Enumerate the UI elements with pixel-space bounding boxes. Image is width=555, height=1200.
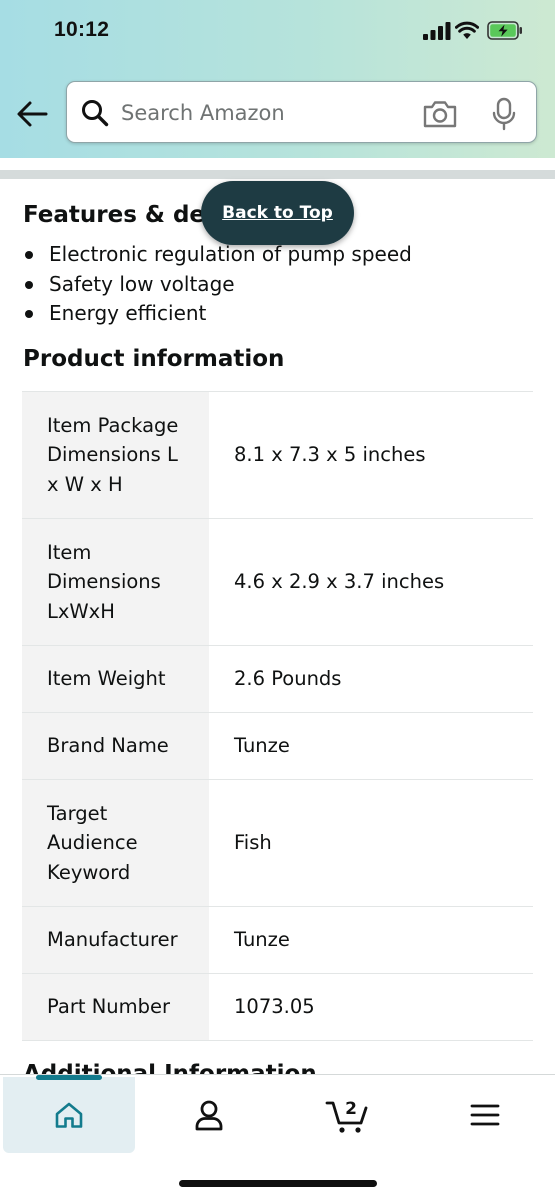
status-time: 10:12 (54, 18, 110, 41)
table-row: Manufacturer Tunze (22, 906, 533, 974)
search-icon (82, 100, 109, 127)
table-row: Item Dimensions LxWxH 4.6 x 2.9 x 3.7 in… (22, 518, 533, 646)
tab-cart[interactable]: 2 (281, 1077, 413, 1153)
additional-information-title: Additional Information (23, 1060, 423, 1074)
table-row: Part Number 1073.05 (22, 973, 533, 1041)
table-row: Item Package Dimensions L x W x H 8.1 x … (22, 391, 533, 519)
row-value: Fish (209, 779, 533, 907)
table-row: Item Weight 2.6 Pounds (22, 645, 533, 713)
row-key: Item Package Dimensions L x W x H (22, 391, 209, 519)
back-to-top-label: Back to Top (222, 203, 333, 223)
cart-icon: 2 (325, 1099, 368, 1133)
row-value: 2.6 Pounds (209, 645, 533, 713)
row-key: Item Weight (22, 645, 209, 713)
row-value: Tunze (209, 712, 533, 780)
row-key: Part Number (22, 973, 209, 1041)
home-indicator (179, 1180, 377, 1187)
row-key: Brand Name (22, 712, 209, 780)
cart-count: 2 (345, 1099, 357, 1119)
row-key: Manufacturer (22, 906, 209, 974)
row-value: Tunze (209, 906, 533, 974)
account-icon (195, 1100, 223, 1131)
header: 10:12 (0, 0, 555, 158)
menu-icon (470, 1104, 500, 1126)
features-list: Electronic regulation of pump speed Safe… (23, 240, 412, 329)
feature-bullet: Energy efficient (23, 299, 412, 329)
row-value: 8.1 x 7.3 x 5 inches (209, 391, 533, 519)
cellular-signal-icon (423, 22, 451, 40)
tab-home[interactable] (3, 1075, 135, 1153)
wifi-icon (455, 21, 479, 39)
back-arrow-icon[interactable] (16, 100, 48, 128)
product-information-title: Product information (23, 346, 285, 372)
section-divider (0, 170, 555, 179)
active-tab-indicator (36, 1075, 102, 1080)
row-value: 1073.05 (209, 973, 533, 1041)
camera-icon[interactable] (422, 99, 458, 129)
table-row: Target Audience Keyword Fish (22, 779, 533, 907)
battery-charging-icon (487, 21, 522, 40)
search-input[interactable] (121, 96, 401, 130)
search-bar[interactable] (66, 81, 537, 143)
row-key: Target Audience Keyword (22, 779, 209, 907)
status-bar: 10:12 (0, 0, 555, 64)
row-value: 4.6 x 2.9 x 3.7 inches (209, 518, 533, 646)
table-row: Brand Name Tunze (22, 712, 533, 780)
product-information-table: Item Package Dimensions L x W x H 8.1 x … (22, 391, 533, 1041)
tab-menu[interactable] (419, 1077, 551, 1153)
features-title: Features & det (23, 202, 217, 228)
tab-account[interactable] (143, 1077, 275, 1153)
feature-bullet: Electronic regulation of pump speed (23, 240, 412, 270)
home-icon (55, 1102, 83, 1128)
row-key: Item Dimensions LxWxH (22, 518, 209, 646)
back-to-top-button[interactable]: Back to Top (201, 181, 354, 245)
additional-information-label: Additional Information (23, 1061, 317, 1074)
microphone-icon[interactable] (491, 97, 517, 131)
feature-bullet: Safety low voltage (23, 270, 412, 300)
